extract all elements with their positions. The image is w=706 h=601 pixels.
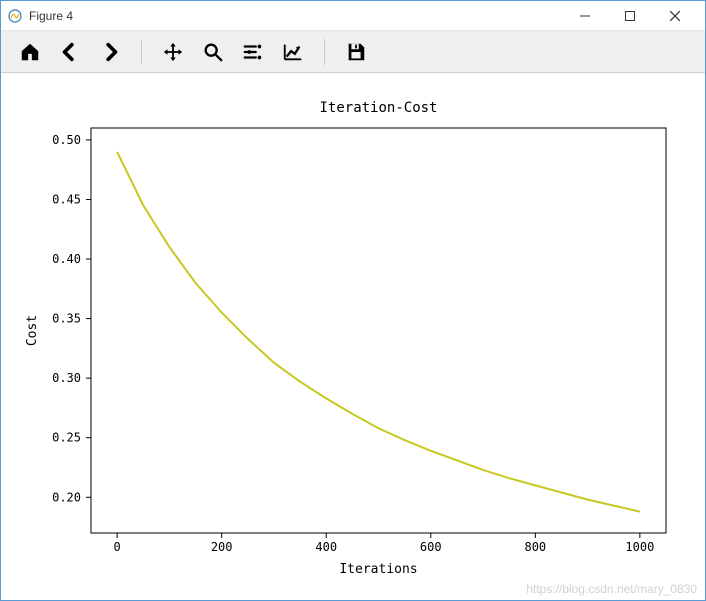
chart-svg: 0 200 400 600 800 1000 0.20 0.25 0.30 0.35 0.40 0.4… [1,73,705,600]
x-tick-label: 400 [315,540,337,554]
toolbar-separator [324,39,325,65]
axes-button[interactable] [274,35,312,69]
y-axis-label: Cost [25,315,40,346]
forward-button[interactable] [91,35,129,69]
save-button[interactable] [337,35,375,69]
toolbar-separator [141,39,142,65]
window-title: Figure 4 [29,9,73,23]
x-tick-label: 1000 [625,540,654,554]
figure-canvas[interactable]: 0 200 400 600 800 1000 0.20 0.25 0.30 0.35 0.40 0.4… [1,73,705,600]
pan-button[interactable] [154,35,192,69]
zoom-button[interactable] [194,35,232,69]
x-axis-label: Iterations [339,562,417,577]
minimize-button[interactable] [562,1,607,31]
maximize-button[interactable] [607,1,652,31]
window-titlebar: Figure 4 [1,1,705,31]
y-tick-label: 0.50 [52,133,81,147]
close-button[interactable] [652,1,697,31]
y-tick-label: 0.20 [52,490,81,504]
y-tick-label: 0.30 [52,371,81,385]
y-tick-label: 0.35 [52,312,81,326]
plot-area [91,128,666,533]
x-tick-label: 800 [524,540,546,554]
app-icon [7,8,23,24]
y-tick-label: 0.45 [52,192,81,206]
y-tick-label: 0.40 [52,252,81,266]
x-tick-label: 0 [114,540,121,554]
chart-title: Iteration-Cost [319,100,437,116]
x-tick-label: 600 [420,540,442,554]
subplots-button[interactable] [234,35,272,69]
back-button[interactable] [51,35,89,69]
y-tick-label: 0.25 [52,431,81,445]
figure-toolbar [1,31,705,73]
x-tick-label: 200 [211,540,233,554]
home-button[interactable] [11,35,49,69]
